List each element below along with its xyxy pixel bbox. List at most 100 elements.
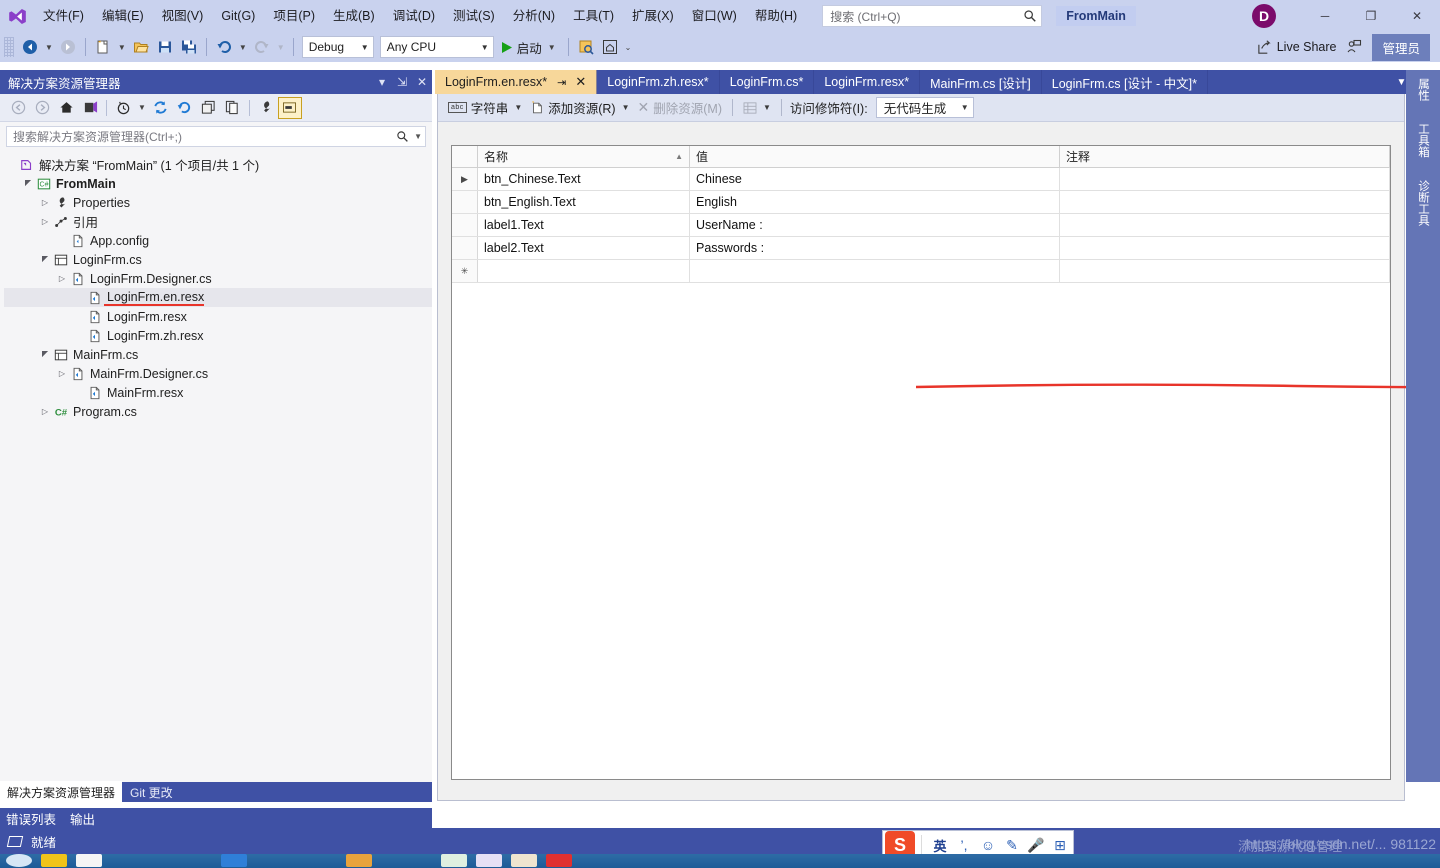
menu-project[interactable]: 项目(P) bbox=[264, 4, 324, 28]
table-row[interactable]: ✳ bbox=[452, 260, 1390, 283]
preview-selected-items-icon[interactable] bbox=[277, 96, 302, 119]
dock-tab-toolbox[interactable]: 工具箱 bbox=[1414, 119, 1432, 162]
chevron-expanded-icon[interactable]: ◢ bbox=[21, 179, 35, 188]
save-all-icon[interactable] bbox=[177, 35, 201, 59]
pen-icon[interactable]: ✎ bbox=[1000, 837, 1024, 854]
tree-item[interactable]: ◢ C# FromMain bbox=[4, 174, 432, 193]
close-icon[interactable]: ✕ bbox=[566, 74, 586, 90]
collapse-all-icon[interactable] bbox=[197, 97, 221, 119]
start-debug-button[interactable]: 启动 ▼ bbox=[497, 35, 563, 59]
dock-tab-properties[interactable]: 属性 bbox=[1414, 74, 1432, 105]
solution-explorer-search-input[interactable]: 搜索解决方案资源管理器(Ctrl+;) ▼ bbox=[6, 126, 426, 147]
grid-cell-value[interactable] bbox=[690, 260, 1060, 282]
menu-window[interactable]: 窗口(W) bbox=[683, 4, 746, 28]
navigate-forward-icon[interactable] bbox=[56, 35, 80, 59]
pin-icon[interactable]: ⇥ bbox=[547, 76, 566, 89]
taskbar-start-icon[interactable] bbox=[6, 854, 32, 867]
taskbar-icon-4[interactable] bbox=[346, 854, 372, 867]
dock-tab-diagnostic-tools[interactable]: 诊断工具 bbox=[1414, 175, 1432, 230]
grid-cell-comment[interactable] bbox=[1060, 168, 1390, 190]
chevron-collapsed-icon[interactable]: ▷ bbox=[38, 198, 52, 207]
home-icon[interactable] bbox=[54, 97, 78, 119]
panel-tab-git-changes[interactable]: Git 更改 bbox=[122, 781, 181, 804]
panel-tab-output[interactable]: 输出 bbox=[70, 809, 95, 828]
grid-cell-name[interactable]: label2.Text bbox=[478, 237, 690, 259]
resource-category-select[interactable]: abc 字符串 ▼ bbox=[444, 97, 526, 119]
undo-dropdown-icon[interactable]: ▼ bbox=[236, 43, 250, 52]
grid-column-value[interactable]: 值 bbox=[690, 146, 1060, 167]
tree-item[interactable]: ▷ Properties bbox=[4, 193, 432, 212]
feedback-icon[interactable] bbox=[1342, 35, 1366, 59]
table-row[interactable]: btn_English.Text English bbox=[452, 191, 1390, 214]
grid-cell-name[interactable]: label1.Text bbox=[478, 214, 690, 236]
menu-edit[interactable]: 编辑(E) bbox=[93, 4, 153, 28]
toolbar-overflow-icon[interactable]: ⌄ bbox=[622, 43, 635, 52]
back-icon[interactable] bbox=[6, 97, 30, 119]
editor-tab-loginfrm-en-resx[interactable]: LoginFrm.en.resx* ⇥ ✕ bbox=[435, 70, 598, 94]
taskbar-icon-2[interactable] bbox=[76, 854, 102, 867]
save-icon[interactable] bbox=[153, 35, 177, 59]
tree-item[interactable]: · LoginFrm.zh.resx bbox=[4, 326, 432, 345]
tree-item[interactable]: ▷ 引用 bbox=[4, 212, 432, 231]
properties-icon[interactable] bbox=[254, 97, 278, 119]
punctuation-icon[interactable]: ’, bbox=[952, 837, 976, 853]
grid-column-name[interactable]: 名称 ▲ bbox=[478, 146, 690, 167]
navigate-back-dropdown-icon[interactable]: ▼ bbox=[42, 43, 56, 52]
tree-item[interactable]: · LoginFrm.en.resx bbox=[4, 288, 432, 307]
chevron-collapsed-icon[interactable]: ▷ bbox=[55, 274, 69, 283]
grid-cell-name[interactable]: btn_Chinese.Text bbox=[478, 168, 690, 190]
grid-cell-comment[interactable] bbox=[1060, 237, 1390, 259]
table-row[interactable]: ▶ btn_Chinese.Text Chinese bbox=[452, 168, 1390, 191]
chevron-expanded-icon[interactable]: ◢ bbox=[38, 350, 52, 359]
toolbar-grip[interactable] bbox=[4, 37, 14, 57]
tree-item[interactable]: ▷ LoginFrm.Designer.cs bbox=[4, 269, 432, 288]
new-project-dropdown-icon[interactable]: ▼ bbox=[115, 43, 129, 52]
search-options-dropdown-icon[interactable]: ▼ bbox=[409, 132, 422, 141]
new-row-indicator[interactable]: ✳ bbox=[452, 260, 478, 282]
tree-item[interactable]: ▷ MainFrm.Designer.cs bbox=[4, 364, 432, 383]
avatar[interactable]: D bbox=[1252, 4, 1276, 28]
editor-tab-loginfrm-cs-design-chinese[interactable]: LoginFrm.cs [设计 - 中文]* bbox=[1042, 70, 1208, 94]
editor-tab-mainfrm-cs-design[interactable]: MainFrm.cs [设计] bbox=[920, 70, 1042, 94]
editor-tab-loginfrm-resx[interactable]: LoginFrm.resx* bbox=[814, 70, 921, 94]
build-configuration-select[interactable]: Debug ▼ bbox=[301, 36, 374, 58]
target-platform-select[interactable]: Any CPU ▼ bbox=[379, 36, 494, 58]
grid-cell-comment[interactable] bbox=[1060, 191, 1390, 213]
grid-cell-value[interactable]: Passwords : bbox=[690, 237, 1060, 259]
chevron-down-icon[interactable]: ▾ bbox=[372, 75, 392, 89]
ime-mode-button[interactable]: 英 bbox=[928, 836, 952, 855]
pin-icon[interactable]: ⇲ bbox=[392, 75, 412, 89]
row-selector[interactable] bbox=[452, 191, 478, 213]
taskbar-icon-5[interactable] bbox=[441, 854, 467, 867]
start-debug-dropdown-icon[interactable]: ▼ bbox=[545, 43, 559, 52]
grid-cell-value[interactable]: English bbox=[690, 191, 1060, 213]
taskbar-icon-8[interactable] bbox=[546, 854, 572, 867]
close-button[interactable]: ✕ bbox=[1394, 0, 1440, 32]
forward-icon[interactable] bbox=[30, 97, 54, 119]
new-project-icon[interactable] bbox=[91, 35, 115, 59]
taskbar-icon-3[interactable] bbox=[221, 854, 247, 867]
tree-item[interactable]: · App.config bbox=[4, 231, 432, 250]
chevron-expanded-icon[interactable]: ◢ bbox=[38, 255, 52, 264]
redo-icon[interactable] bbox=[250, 35, 274, 59]
add-resource-button[interactable]: 添加资源(R) ▼ bbox=[526, 97, 633, 119]
emoji-icon[interactable]: ☺ bbox=[976, 837, 1000, 853]
chevron-collapsed-icon[interactable]: ▷ bbox=[38, 407, 52, 416]
grid-column-comment[interactable]: 注释 bbox=[1060, 146, 1390, 167]
taskbar-icon-6[interactable] bbox=[476, 854, 502, 867]
menu-extensions[interactable]: 扩展(X) bbox=[623, 4, 683, 28]
menu-analyze[interactable]: 分析(N) bbox=[504, 4, 564, 28]
tree-item[interactable]: · LoginFrm.resx bbox=[4, 307, 432, 326]
tree-item[interactable]: · MainFrm.resx bbox=[4, 383, 432, 402]
grid-cell-name[interactable]: btn_English.Text bbox=[478, 191, 690, 213]
chevron-collapsed-icon[interactable]: ▷ bbox=[38, 217, 52, 226]
preview-changes-icon[interactable] bbox=[574, 35, 598, 59]
microphone-icon[interactable]: 🎤 bbox=[1024, 837, 1048, 854]
menu-view[interactable]: 视图(V) bbox=[153, 4, 213, 28]
current-row-indicator[interactable]: ▶ bbox=[452, 168, 478, 190]
access-modifier-select[interactable]: 无代码生成 ▼ bbox=[875, 97, 974, 118]
open-file-icon[interactable] bbox=[129, 35, 153, 59]
menu-tools[interactable]: 工具(T) bbox=[564, 4, 623, 28]
table-row[interactable]: label2.Text Passwords : bbox=[452, 237, 1390, 260]
chevron-collapsed-icon[interactable]: ▷ bbox=[55, 369, 69, 378]
